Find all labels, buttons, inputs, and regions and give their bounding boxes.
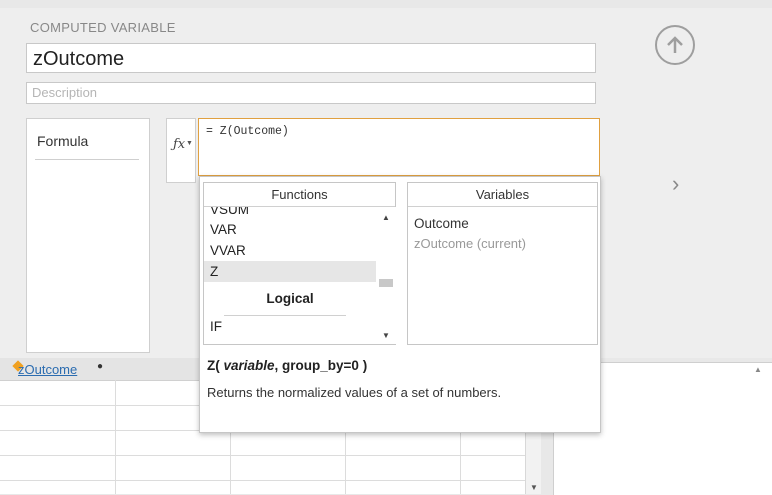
function-group-label: Logical	[204, 282, 376, 316]
chevron-right-icon[interactable]: ›	[672, 171, 679, 197]
variables-list[interactable]: Outcome zOutcome (current)	[408, 214, 597, 254]
list-item[interactable]: VSUM	[204, 207, 376, 219]
list-item-current: zOutcome (current)	[414, 236, 526, 251]
function-signature: Z( variable, group_by=0 )	[207, 358, 368, 373]
list-item-selected[interactable]: Z	[204, 261, 376, 282]
list-item[interactable]: Outcome	[408, 214, 597, 234]
column-divider	[115, 380, 116, 494]
functions-list[interactable]: VSUM VAR VVAR Z Logical IF	[204, 207, 376, 344]
description-field[interactable]: Description	[26, 82, 596, 104]
scroll-down-icon[interactable]: ▼	[530, 483, 538, 492]
formula-tab-label: Formula	[37, 133, 89, 149]
variables-panel: Variables Outcome zOutcome (current)	[407, 182, 598, 345]
arrow-up-circle-icon[interactable]	[655, 25, 695, 65]
variable-name-field[interactable]: zOutcome	[26, 43, 596, 73]
chevron-down-icon: ▼	[186, 140, 193, 147]
list-item[interactable]: VVAR	[204, 240, 376, 261]
continuous-measure-icon: ●	[97, 361, 104, 372]
formula-tab[interactable]: Formula	[26, 118, 150, 353]
row-divider	[0, 455, 525, 456]
functions-header: Functions	[204, 183, 395, 207]
section-title: COMPUTED VARIABLE	[30, 20, 176, 35]
functions-panel: Functions VSUM VAR VVAR Z Logical IF ▲ ▼	[203, 182, 396, 345]
function-icon[interactable]: ƒx ▼	[166, 118, 196, 183]
function-picker-popup: Functions VSUM VAR VVAR Z Logical IF ▲ ▼…	[199, 176, 601, 433]
formula-input[interactable]: = Z(Outcome)	[198, 118, 600, 176]
divider	[35, 159, 139, 160]
variables-header: Variables	[408, 183, 597, 207]
list-item[interactable]: IF	[204, 316, 376, 337]
list-item[interactable]: VAR	[204, 219, 376, 240]
functions-scrollbar[interactable]: ▲ ▼	[376, 207, 396, 344]
scroll-up-icon[interactable]: ▲	[754, 365, 762, 374]
function-description: Returns the normalized values of a set o…	[207, 385, 502, 400]
scroll-up-icon[interactable]: ▲	[382, 213, 390, 222]
row-divider	[0, 480, 525, 481]
scroll-thumb[interactable]	[379, 279, 393, 287]
column-header-zoutcome[interactable]: zOutcome	[18, 362, 77, 377]
scroll-down-icon[interactable]: ▼	[382, 331, 390, 340]
